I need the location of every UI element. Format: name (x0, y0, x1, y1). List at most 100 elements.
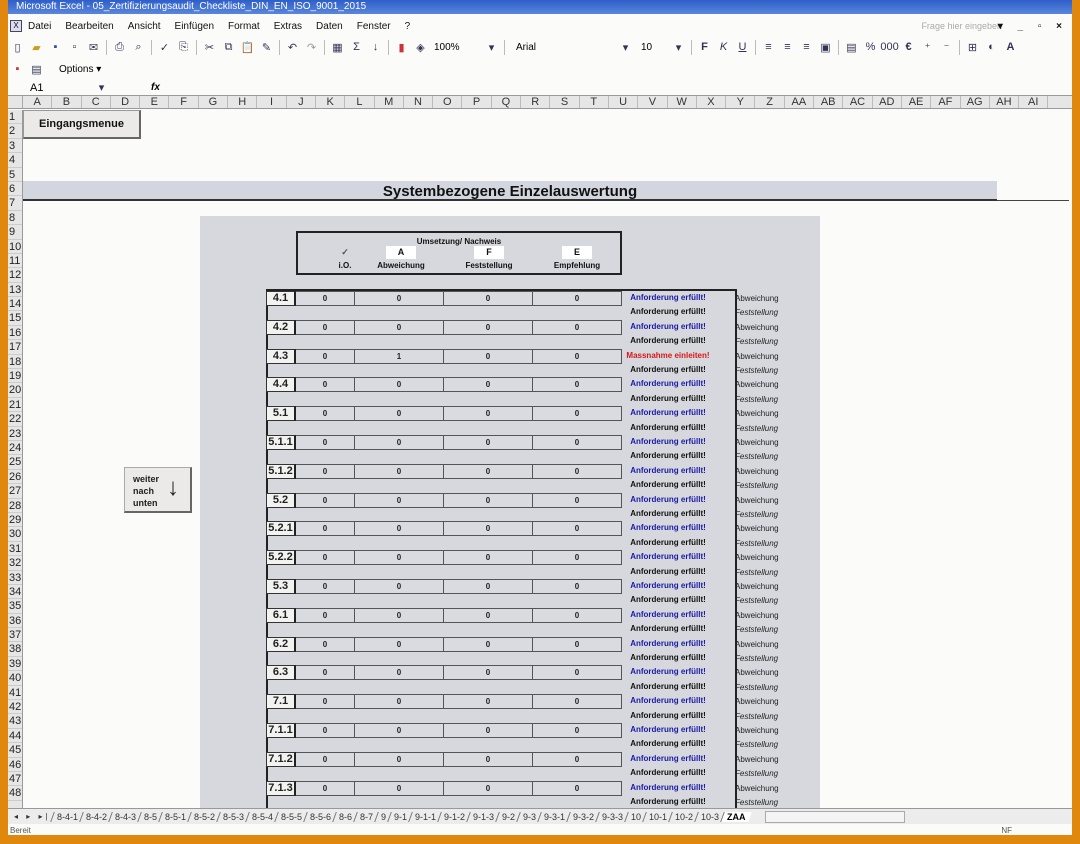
column-header[interactable]: T (580, 96, 609, 108)
menu-format[interactable]: Format (228, 21, 260, 32)
row-header[interactable]: 36 (8, 614, 22, 629)
row-header[interactable]: 31 (8, 542, 22, 557)
section-id-button[interactable]: 6.3 (266, 665, 296, 681)
column-header[interactable]: AF (931, 96, 961, 108)
tab-navigation-arrows[interactable]: ◂ ▸ ▸| (8, 812, 52, 821)
eingangsmenue-button[interactable]: Eingangsmenue (23, 110, 141, 139)
column-header[interactable]: V (638, 96, 668, 108)
menu-bearbeiten[interactable]: Bearbeiten (65, 21, 113, 32)
column-header[interactable]: AI (1019, 96, 1049, 108)
section-id-button[interactable]: 5.3 (266, 579, 296, 594)
print-preview-icon[interactable]: ⌕ (131, 40, 146, 55)
row-header[interactable]: 3 (8, 139, 22, 154)
format-painter-icon[interactable]: ✎ (259, 40, 274, 55)
row-header[interactable]: 8 (8, 211, 22, 226)
section-id-button[interactable]: 5.1.2 (266, 463, 296, 479)
row-header[interactable]: 9 (8, 225, 22, 240)
undo-icon[interactable]: ↶ (285, 40, 300, 55)
scroll-down-button[interactable]: weiter nach unten ↓ (124, 467, 192, 513)
row-header[interactable]: 37 (8, 628, 22, 643)
row-header[interactable]: 7 (8, 196, 22, 211)
section-id-button[interactable]: 5.2.2 (266, 550, 296, 566)
italic-button[interactable]: K (716, 40, 731, 55)
zoom-select[interactable]: 100% (434, 42, 482, 53)
row-header[interactable]: 2 (8, 124, 22, 139)
menu-help[interactable]: ? (405, 21, 411, 32)
research-icon[interactable]: ⎘ (176, 40, 191, 55)
row-header[interactable]: 16 (8, 326, 22, 341)
row-header[interactable]: 12 (8, 268, 22, 283)
row-header[interactable]: 5 (8, 168, 22, 182)
menu-datei[interactable]: Datei (28, 21, 51, 32)
copy-icon[interactable]: ⧉ (221, 40, 236, 55)
column-header[interactable]: X (697, 96, 727, 108)
decrease-decimal-icon[interactable]: ⁻ (939, 40, 954, 55)
row-header[interactable]: 46 (8, 758, 22, 772)
row-header[interactable]: 10 (8, 240, 22, 254)
bold-button[interactable]: F (697, 40, 712, 55)
menu-daten[interactable]: Daten (316, 21, 343, 32)
row-header[interactable]: 15 (8, 311, 22, 326)
section-id-button[interactable]: 6.2 (266, 636, 296, 652)
row-header[interactable]: 42 (8, 700, 22, 715)
column-header[interactable]: AC (843, 96, 873, 108)
row-header[interactable]: 35 (8, 599, 22, 614)
row-header[interactable]: 1 (8, 110, 22, 125)
section-id-button[interactable]: 5.2.1 (266, 521, 296, 537)
row-header[interactable]: 41 (8, 686, 22, 701)
name-box[interactable]: A1 (8, 82, 92, 94)
column-header[interactable]: B (52, 96, 82, 108)
permission-icon[interactable]: ▫ (67, 40, 82, 55)
row-header[interactable]: 6 (8, 182, 22, 197)
row-header[interactable]: 48 (8, 786, 22, 801)
column-header[interactable]: AA (785, 96, 815, 108)
row-header[interactable]: 22 (8, 412, 22, 427)
row-header[interactable]: 19 (8, 369, 22, 384)
percent-icon[interactable]: % (863, 40, 878, 55)
column-header[interactable]: Y (726, 96, 756, 108)
column-header[interactable]: AD (873, 96, 902, 108)
row-header[interactable]: 18 (8, 355, 22, 370)
column-header[interactable]: E (140, 96, 170, 108)
column-header[interactable]: S (550, 96, 580, 108)
chevron-down-icon[interactable]: ▾ (671, 40, 686, 55)
font-size-select[interactable]: 10 (641, 42, 669, 53)
chart-wizard-icon[interactable]: ▮ (394, 40, 409, 55)
increase-decimal-icon[interactable]: ⁺ (920, 40, 935, 55)
borders-icon[interactable]: ⊞ (965, 40, 980, 55)
row-header[interactable]: 27 (8, 484, 22, 499)
menu-extras[interactable]: Extras (274, 21, 302, 32)
row-header[interactable]: 26 (8, 470, 22, 485)
column-header[interactable]: N (404, 96, 434, 108)
options-dropdown[interactable]: Options ▾ (56, 64, 104, 75)
redo-icon[interactable]: ↷ (304, 40, 319, 55)
row-header[interactable]: 40 (8, 671, 22, 686)
column-header[interactable]: H (228, 96, 258, 108)
column-header[interactable]: Q (492, 96, 522, 108)
sheet-tab[interactable]: ZAA (720, 811, 752, 822)
spelling-icon[interactable]: ✓ (157, 40, 172, 55)
section-id-button[interactable]: 7.1 (266, 694, 296, 710)
column-header[interactable]: J (287, 96, 316, 108)
column-header[interactable]: Z (755, 96, 785, 108)
hyperlink-icon[interactable]: ▦ (330, 40, 345, 55)
column-header[interactable]: R (521, 96, 551, 108)
print-icon[interactable]: ⎙ (112, 40, 127, 55)
section-id-button[interactable]: 4.3 (266, 348, 296, 364)
row-header[interactable]: 21 (8, 398, 22, 413)
fill-color-icon[interactable]: ◐ (984, 40, 999, 55)
section-id-button[interactable]: 5.1 (266, 406, 296, 422)
section-id-button[interactable]: 4.4 (266, 377, 296, 393)
chevron-down-icon[interactable]: ▾ (618, 40, 633, 55)
column-header[interactable]: F (169, 96, 199, 108)
select-all-corner[interactable] (8, 96, 23, 108)
column-header[interactable]: K (316, 96, 346, 108)
column-header[interactable]: AB (814, 96, 844, 108)
horizontal-scrollbar[interactable] (764, 810, 905, 823)
row-header[interactable]: 33 (8, 571, 22, 585)
underline-button[interactable]: U (735, 40, 750, 55)
section-id-button[interactable]: 7.1.3 (266, 780, 296, 796)
cut-icon[interactable]: ✂ (202, 40, 217, 55)
align-left-icon[interactable]: ≡ (761, 40, 776, 55)
align-center-icon[interactable]: ≡ (780, 40, 795, 55)
